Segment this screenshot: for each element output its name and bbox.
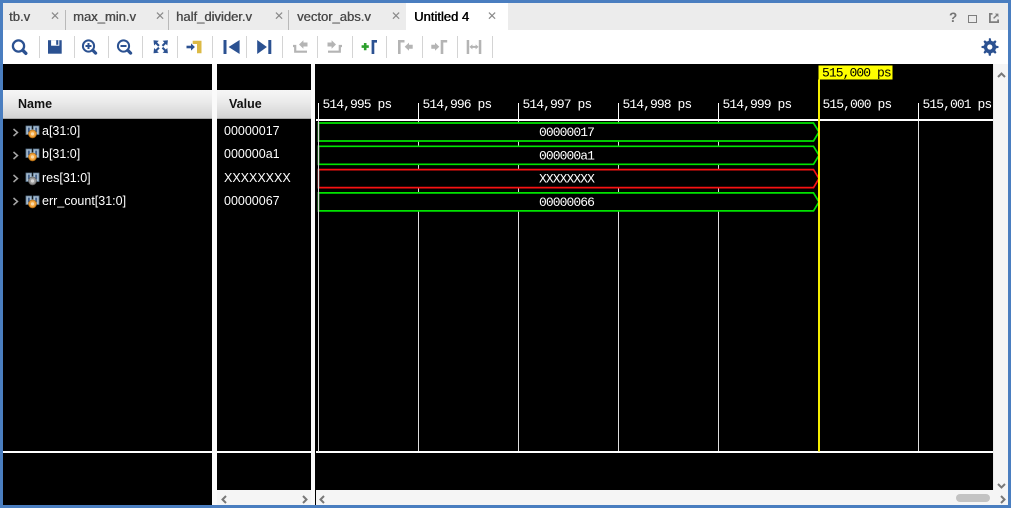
svg-text:514,998 ps: 514,998 ps — [622, 97, 691, 112]
svg-text:514,999 ps: 514,999 ps — [722, 97, 791, 112]
svg-text:000000a1: 000000a1 — [538, 148, 594, 163]
svg-text:515,000 ps: 515,000 ps — [822, 66, 891, 81]
svg-text:515,000 ps: 515,000 ps — [822, 97, 891, 112]
svg-text:XXXXXXXX: XXXXXXXX — [538, 172, 594, 187]
svg-text:514,997 ps: 514,997 ps — [522, 97, 591, 112]
svg-text:514,996 ps: 514,996 ps — [422, 97, 491, 112]
svg-text:00000066: 00000066 — [538, 195, 593, 210]
svg-text:514,995 ps: 514,995 ps — [322, 97, 391, 112]
svg-text:00000017: 00000017 — [538, 125, 593, 140]
svg-text:515,001 ps: 515,001 ps — [922, 97, 991, 112]
